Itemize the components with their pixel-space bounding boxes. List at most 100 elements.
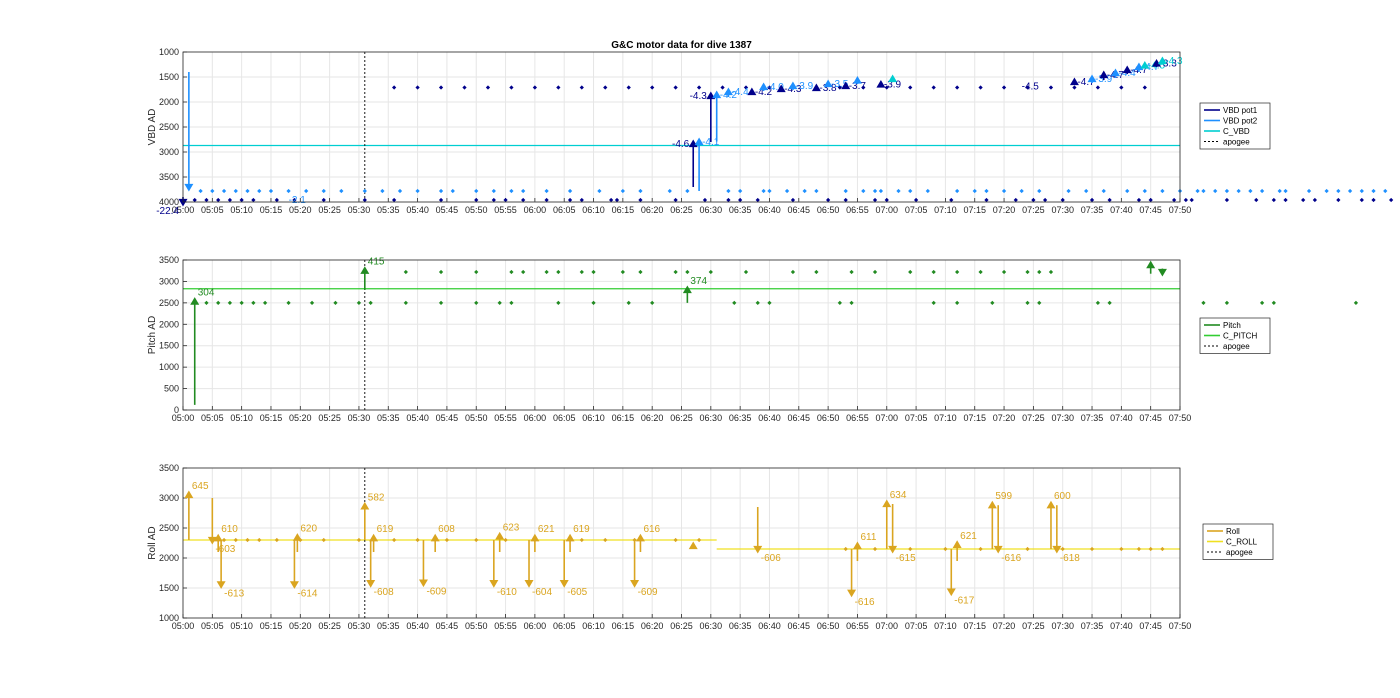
x-tick-label: 05:25 bbox=[318, 413, 341, 423]
x-tick-label: 06:00 bbox=[524, 205, 547, 215]
marker-label: 374 bbox=[690, 276, 707, 287]
marker-label: 623 bbox=[503, 522, 520, 533]
x-tick-label: 05:50 bbox=[465, 413, 488, 423]
x-tick-label: 06:35 bbox=[729, 621, 752, 631]
x-tick-label: 05:55 bbox=[494, 413, 517, 423]
marker-label: -618 bbox=[1060, 553, 1080, 564]
marker-label: -4.4 bbox=[731, 87, 749, 98]
marker-label: -608 bbox=[374, 587, 394, 598]
x-tick-label: 05:15 bbox=[260, 621, 283, 631]
x-tick-label: 05:05 bbox=[201, 205, 224, 215]
x-tick-label: 05:35 bbox=[377, 621, 400, 631]
data-point bbox=[1383, 188, 1388, 194]
y-tick-label: 1000 bbox=[159, 47, 179, 57]
x-tick-label: 07:50 bbox=[1169, 205, 1192, 215]
x-tick-label: 05:10 bbox=[230, 621, 253, 631]
legend-entry: VBD pot1 bbox=[1223, 106, 1258, 115]
data-point bbox=[1324, 188, 1329, 194]
x-tick-label: 07:00 bbox=[875, 205, 898, 215]
marker-label: -609 bbox=[426, 587, 446, 598]
x-tick-label: 07:15 bbox=[963, 621, 986, 631]
panel-pitch: 05:00 05:05 05:10 05:15 05:20 05:25 05:30 05:35… bbox=[147, 255, 1359, 423]
x-tick-label: 07:05 bbox=[905, 621, 928, 631]
marker-label: 304 bbox=[198, 288, 215, 299]
x-tick-label: 06:00 bbox=[524, 413, 547, 423]
x-tick-label: 06:10 bbox=[582, 413, 605, 423]
y-tick-label: 3000 bbox=[159, 276, 179, 286]
x-tick-label: 05:20 bbox=[289, 621, 312, 631]
marker-label: -609 bbox=[638, 587, 658, 598]
x-tick-label: 06:40 bbox=[758, 413, 781, 423]
x-tick-label: 06:55 bbox=[846, 621, 869, 631]
data-point bbox=[1353, 300, 1359, 305]
y-tick-label: 1500 bbox=[159, 583, 179, 593]
x-tick-label: 06:20 bbox=[641, 621, 664, 631]
marker-label: 415 bbox=[368, 257, 385, 268]
x-tick-label: 05:45 bbox=[436, 413, 459, 423]
marker-label: -616 bbox=[1001, 553, 1021, 564]
x-tick-label: 07:40 bbox=[1110, 413, 1133, 423]
data-point bbox=[1201, 188, 1206, 194]
marker-label: 610 bbox=[221, 524, 238, 535]
x-tick-label: 06:45 bbox=[788, 413, 811, 423]
legend: VBD pot1 VBD pot2C_VBDapogee bbox=[1199, 102, 1271, 150]
panel-roll: 05:00 05:05 05:10 05:15 05:20 05:25 05:30 05:35… bbox=[147, 463, 1274, 631]
data-point bbox=[1371, 188, 1376, 194]
x-tick-label: 07:40 bbox=[1110, 621, 1133, 631]
data-point bbox=[1283, 188, 1288, 194]
x-tick-label: 07:25 bbox=[1022, 205, 1045, 215]
y-axis-label: Pitch AD bbox=[147, 316, 158, 354]
x-tick-label: 07:15 bbox=[963, 205, 986, 215]
y-axis-label: VBD AD bbox=[147, 109, 158, 146]
data-point bbox=[1271, 300, 1276, 305]
marker-label: -4.3 bbox=[1165, 56, 1183, 67]
legend: Roll C_ROLLapogee bbox=[1202, 523, 1274, 560]
x-tick-label: 05:45 bbox=[436, 621, 459, 631]
x-tick-label: 05:10 bbox=[230, 205, 253, 215]
marker-label: -605 bbox=[567, 587, 587, 598]
x-tick-label: 06:35 bbox=[729, 413, 752, 423]
x-tick-label: 06:15 bbox=[612, 413, 635, 423]
marker-label: 599 bbox=[995, 491, 1012, 502]
x-tick-label: 07:00 bbox=[875, 413, 898, 423]
marker-label: -616 bbox=[855, 597, 875, 608]
y-tick-label: 500 bbox=[164, 384, 179, 394]
x-tick-label: 07:45 bbox=[1139, 205, 1162, 215]
x-tick-label: 06:00 bbox=[524, 621, 547, 631]
x-tick-label: 05:45 bbox=[436, 205, 459, 215]
x-tick-label: 05:40 bbox=[406, 205, 429, 215]
marker-label: 645 bbox=[192, 481, 209, 492]
data-label: -4.5 bbox=[1022, 82, 1040, 93]
y-tick-label: 3000 bbox=[159, 147, 179, 157]
x-tick-label: 07:05 bbox=[905, 413, 928, 423]
figure: G&C motor data for dive 1387 05:00 05:05 05… bbox=[0, 0, 1400, 693]
x-tick-label: 05:55 bbox=[494, 205, 517, 215]
x-tick-label: 07:25 bbox=[1022, 621, 1045, 631]
legend-entry: C_VBD bbox=[1223, 127, 1250, 136]
x-tick-label: 07:50 bbox=[1169, 413, 1192, 423]
data-point bbox=[1201, 300, 1206, 305]
x-tick-label: 07:30 bbox=[1051, 205, 1074, 215]
x-tick-label: 06:25 bbox=[670, 621, 693, 631]
marker-label: 621 bbox=[960, 531, 977, 542]
x-tick-label: 07:25 bbox=[1022, 413, 1045, 423]
x-tick-label: 05:40 bbox=[406, 413, 429, 423]
x-tick-label: 05:20 bbox=[289, 205, 312, 215]
x-tick-label: 06:20 bbox=[641, 413, 664, 423]
x-tick-label: 06:35 bbox=[729, 205, 752, 215]
x-tick-label: 07:10 bbox=[934, 621, 957, 631]
y-tick-label: 2500 bbox=[159, 523, 179, 533]
x-tick-label: 05:25 bbox=[318, 621, 341, 631]
legend-entry: apogee bbox=[1226, 548, 1253, 557]
data-point bbox=[1336, 197, 1341, 203]
marker-label: -22.4 bbox=[156, 206, 179, 217]
x-tick-label: 06:45 bbox=[788, 205, 811, 215]
x-tick-label: 06:25 bbox=[670, 205, 693, 215]
x-tick-label: 06:55 bbox=[846, 205, 869, 215]
marker-label: -4.6 bbox=[672, 139, 690, 150]
legend-entry: Pitch bbox=[1223, 321, 1241, 330]
data-point bbox=[1371, 197, 1376, 203]
legend-entry: Roll bbox=[1226, 527, 1240, 536]
x-tick-label: 05:05 bbox=[201, 621, 224, 631]
x-tick-label: 07:10 bbox=[934, 413, 957, 423]
